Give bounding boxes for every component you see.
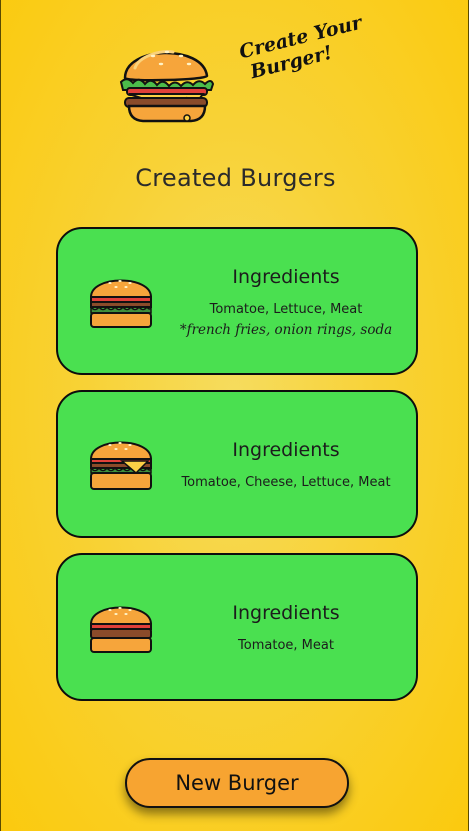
burger-meat-icon [89, 606, 153, 653]
new-burger-button[interactable]: New Burger [125, 758, 349, 808]
burger-lettuce-icon [89, 279, 153, 328]
burger-card-details: Ingredients Tomatoe, Cheese, Lettuce, Me… [168, 438, 404, 492]
section-title: Created Burgers [135, 164, 336, 192]
ingredients-list: Tomatoe, Meat [238, 638, 334, 653]
burger-card[interactable]: Ingredients Tomatoe, Cheese, Lettuce, Me… [56, 390, 418, 538]
ingredients-heading: Ingredients [232, 266, 340, 288]
burger-card[interactable]: Ingredients Tomatoe, Lettuce, Meat *fren… [56, 227, 418, 375]
ingredients-heading: Ingredients [232, 602, 340, 624]
ingredients-heading: Ingredients [232, 439, 340, 461]
app-tagline: Create Your Burger! [237, 11, 374, 85]
burger-cheese-icon [89, 441, 153, 490]
ingredients-list: Tomatoe, Cheese, Lettuce, Meat [181, 475, 391, 490]
ingredients-list: Tomatoe, Lettuce, Meat [209, 302, 363, 317]
extras-list: *french fries, onion rings, soda [179, 322, 393, 338]
burger-card-details: Ingredients Tomatoe, Lettuce, Meat *fren… [168, 265, 404, 341]
burger-logo-icon [119, 50, 215, 123]
app-screen: Create Your Burger! Created Burgers Ingr… [0, 0, 469, 831]
burger-card-details: Ingredients Tomatoe, Meat [168, 601, 404, 655]
burger-card[interactable]: Ingredients Tomatoe, Meat [56, 553, 418, 701]
